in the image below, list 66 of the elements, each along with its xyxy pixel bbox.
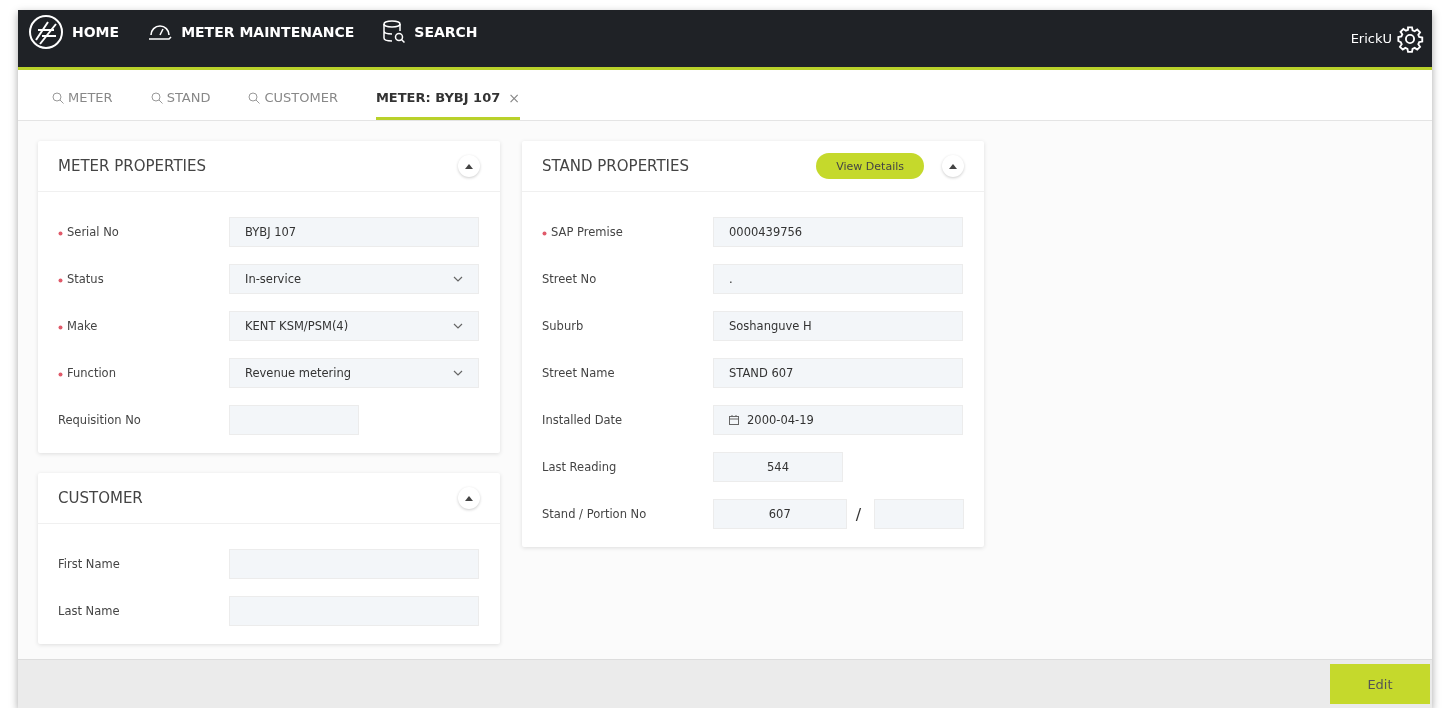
field-value: 2000-04-19 bbox=[747, 413, 815, 427]
field-label: Street No bbox=[542, 272, 598, 286]
field-label: First Name bbox=[58, 557, 121, 571]
user-name[interactable]: ErickU bbox=[1350, 31, 1392, 46]
database-search-icon bbox=[382, 18, 407, 45]
close-icon[interactable]: × bbox=[508, 89, 520, 106]
separator-text: / bbox=[855, 504, 862, 524]
search-icon bbox=[150, 91, 163, 104]
text-field[interactable]: . bbox=[713, 264, 963, 294]
field-label: Requisition No bbox=[58, 413, 142, 427]
nav-link[interactable]: METER MAINTENANCE bbox=[147, 20, 355, 57]
collapse-button[interactable] bbox=[458, 487, 480, 509]
field-value: . bbox=[729, 272, 734, 286]
field-label: Last Name bbox=[58, 604, 121, 618]
caret-up-icon bbox=[465, 163, 473, 169]
field-value: STAND 607 bbox=[729, 366, 795, 380]
settings-icon[interactable] bbox=[1396, 24, 1424, 53]
panel-title: STAND PROPERTIES bbox=[542, 157, 691, 175]
field-value: 544 bbox=[767, 460, 789, 474]
field-label: Make bbox=[58, 319, 229, 333]
dropdown-field[interactable]: KENT KSM/PSM(4) bbox=[229, 311, 479, 341]
search-icon bbox=[248, 91, 261, 104]
field-label: Stand / Portion No bbox=[542, 507, 648, 521]
edit-button[interactable]: Edit bbox=[1330, 664, 1430, 704]
field-value: Revenue metering bbox=[245, 366, 353, 380]
field-label: Status bbox=[58, 272, 229, 286]
nav-link[interactable]: HOME bbox=[28, 13, 120, 64]
field-label: Serial No bbox=[58, 225, 229, 239]
dropdown-field[interactable]: In-service bbox=[229, 264, 479, 294]
logo-icon bbox=[28, 13, 64, 50]
text-field[interactable]: BYBJ 107 bbox=[229, 217, 479, 247]
chevron-down-icon bbox=[453, 323, 463, 329]
field-label: SAP Premise bbox=[542, 225, 713, 239]
field-label: Suburb bbox=[542, 319, 585, 333]
field-label: Street Name bbox=[542, 366, 616, 380]
field-value: Soshanguve H bbox=[729, 319, 813, 333]
tab[interactable]: CUSTOMER bbox=[248, 80, 338, 120]
calendar-icon bbox=[729, 415, 739, 425]
tab[interactable]: STAND bbox=[150, 80, 211, 120]
collapse-button[interactable] bbox=[458, 155, 480, 177]
field-value: 0000439756 bbox=[729, 225, 804, 239]
text-field[interactable]: STAND 607 bbox=[713, 358, 963, 388]
field-label: Last Reading bbox=[542, 460, 618, 474]
text-field[interactable]: Soshanguve H bbox=[713, 311, 963, 341]
date-field[interactable]: 2000-04-19 bbox=[713, 405, 963, 435]
view-details-button[interactable]: View Details bbox=[816, 153, 924, 179]
field-value: BYBJ 107 bbox=[245, 225, 298, 239]
text-field[interactable]: 0000439756 bbox=[713, 217, 963, 247]
tab[interactable]: METER bbox=[52, 80, 113, 120]
chevron-down-icon bbox=[453, 276, 463, 282]
panel-title: METER PROPERTIES bbox=[58, 157, 207, 175]
text-field[interactable]: 607 bbox=[712, 499, 847, 529]
caret-up-icon bbox=[465, 495, 473, 501]
dropdown-field[interactable]: Revenue metering bbox=[229, 358, 479, 388]
caret-up-icon bbox=[949, 163, 957, 169]
field-label: Function bbox=[58, 366, 229, 380]
search-icon bbox=[52, 91, 64, 104]
field-value: In-service bbox=[245, 272, 303, 286]
field-label: Installed Date bbox=[542, 413, 624, 427]
nav-link[interactable]: SEARCH bbox=[382, 18, 478, 59]
field-value: 607 bbox=[768, 507, 791, 521]
field-value: KENT KSM/PSM(4) bbox=[245, 319, 350, 333]
chevron-down-icon bbox=[453, 370, 463, 376]
text-field[interactable]: 544 bbox=[713, 452, 843, 482]
collapse-button[interactable] bbox=[942, 155, 964, 177]
panel-title: CUSTOMER bbox=[58, 489, 144, 507]
